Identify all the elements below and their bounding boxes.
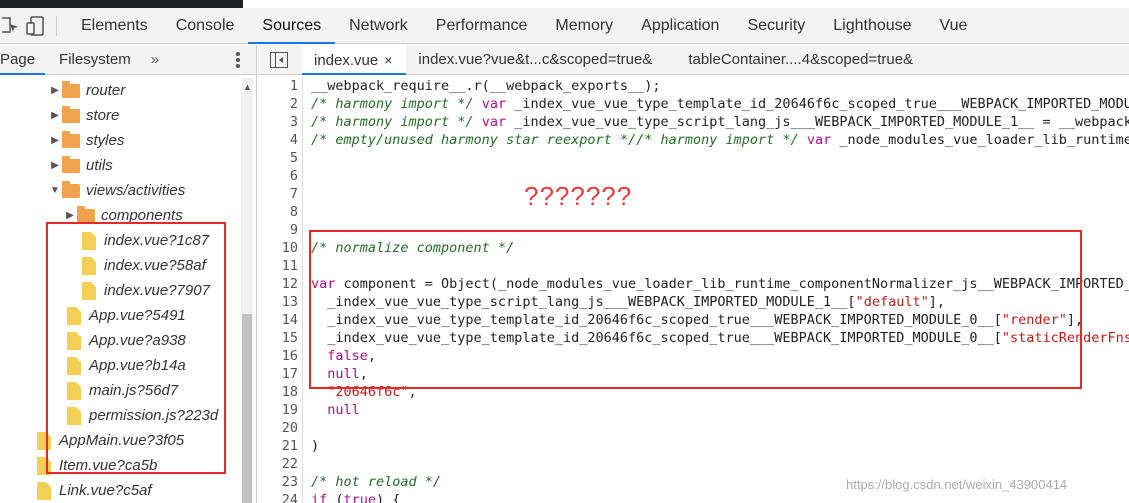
toggle-navigator-icon[interactable] [270, 51, 288, 68]
navigator-tab-page[interactable]: Page [0, 45, 46, 75]
folder-icon [62, 80, 80, 98]
line-number[interactable]: 13 [282, 293, 298, 311]
close-icon[interactable]: × [384, 52, 392, 68]
editor-tab[interactable]: index.vue?vue&t...c&scoped=true& [406, 45, 666, 75]
folder-icon [62, 180, 80, 198]
tree-item-utils[interactable]: ▶ utils [48, 153, 113, 178]
line-number[interactable]: 4 [290, 131, 298, 149]
line-number[interactable]: 7 [290, 185, 298, 203]
editor-tabs: index.vue × index.vue?vue&t...c&scoped=tr… [258, 44, 1129, 75]
line-number-gutter: 1 2 3 4 5 6 7 8 9 10 11 12 13 14 15 16 17 18 19 20 21 22 23 24 [258, 77, 303, 503]
tab-performance[interactable]: Performance [422, 8, 542, 44]
editor-tab-label: index.vue?vue&t...c&scoped=true& [418, 50, 653, 68]
line-number[interactable]: 24 [282, 491, 298, 503]
line-number[interactable]: 12 [282, 275, 298, 293]
line-number[interactable]: 19 [282, 401, 298, 419]
tab-network[interactable]: Network [335, 8, 422, 44]
line-number[interactable]: 15 [282, 329, 298, 347]
navigator-scrollbar[interactable]: ▲ [241, 78, 253, 503]
line-number[interactable]: 14 [282, 311, 298, 329]
tree-item-label: styles [86, 132, 125, 149]
code-line: ) [311, 438, 320, 454]
scrollbar-thumb[interactable] [242, 314, 252, 503]
code-line: null [327, 402, 360, 418]
device-toolbar-icon[interactable] [24, 14, 48, 38]
line-number[interactable]: 10 [282, 239, 298, 257]
code-line: /* empty/unused harmony star reexport */… [311, 132, 1129, 148]
line-number[interactable]: 18 [282, 383, 298, 401]
code-line: /* hot reload */ [311, 474, 442, 490]
editor-tab[interactable]: index.vue × [302, 44, 407, 75]
editor-tab[interactable]: tableContainer....4&scoped=true& [676, 45, 927, 75]
line-number[interactable]: 2 [290, 95, 298, 113]
editor-tab-label: index.vue [314, 51, 379, 69]
line-number[interactable]: 20 [282, 419, 298, 437]
line-number[interactable]: 6 [290, 167, 298, 185]
tab-application[interactable]: Application [627, 8, 733, 44]
line-number[interactable]: 1 [290, 77, 298, 95]
navigator-tab-filesystem[interactable]: Filesystem [59, 45, 145, 75]
line-number[interactable]: 23 [282, 473, 298, 491]
tree-item-label: Link.vue?c5af [59, 482, 152, 499]
tab-lighthouse[interactable]: Lighthouse [819, 8, 925, 44]
tree-item-file[interactable]: Link.vue?c5af [37, 478, 152, 503]
tree-item-label: store [86, 107, 120, 124]
annotation-box-code [309, 230, 1082, 389]
editor-tab-label: tableContainer....4&scoped=true& [688, 50, 914, 68]
code-line: if (true) { [311, 492, 401, 503]
code-line: __webpack_require__.r(__webpack_exports_… [311, 78, 661, 94]
line-number[interactable]: 22 [282, 455, 298, 473]
tab-console[interactable]: Console [162, 8, 249, 44]
watermark-text: https://blog.csdn.net/weixin_43900414 [846, 477, 1068, 492]
tab-security[interactable]: Security [733, 8, 819, 44]
line-number[interactable]: 5 [290, 149, 298, 167]
scroll-up-icon[interactable]: ▲ [243, 82, 252, 92]
tree-item-store[interactable]: ▶ store [48, 103, 119, 128]
navigator-menu-icon[interactable] [236, 52, 240, 68]
line-number[interactable]: 21 [282, 437, 298, 455]
annotation-text: ??????? [524, 181, 633, 211]
line-number[interactable]: 17 [282, 365, 298, 383]
line-number[interactable]: 16 [282, 347, 298, 365]
code-line: /* harmony import */ var _index_vue_vue_… [311, 114, 1129, 130]
expand-arrow-icon[interactable]: ▶ [48, 160, 62, 171]
folder-icon [62, 130, 80, 148]
more-tabs-icon[interactable]: » [151, 51, 159, 68]
annotation-box-files [46, 222, 226, 474]
code-line: /* harmony import */ var _index_vue_vue_… [311, 96, 1129, 112]
line-number[interactable]: 9 [290, 221, 298, 239]
line-number[interactable]: 11 [282, 257, 298, 275]
collapse-arrow-icon[interactable]: ▼ [48, 185, 62, 196]
tab-vue[interactable]: Vue [926, 8, 982, 44]
tree-item-styles[interactable]: ▶ styles [48, 128, 124, 153]
line-number[interactable]: 8 [290, 203, 298, 221]
inspect-element-icon[interactable] [0, 14, 24, 38]
expand-arrow-icon[interactable]: ▶ [48, 110, 62, 121]
tree-item-views-activities[interactable]: ▼ views/activities [48, 178, 185, 203]
tab-sources[interactable]: Sources [248, 8, 336, 44]
expand-arrow-icon[interactable]: ▶ [63, 210, 77, 221]
folder-icon [77, 205, 95, 223]
folder-icon [62, 155, 80, 173]
expand-arrow-icon[interactable]: ▶ [48, 85, 62, 96]
tree-item-label: views/activities [86, 182, 186, 199]
tree-item-router[interactable]: ▶ router [48, 78, 125, 103]
devtools-main-toolbar: Elements Console Sources Network Perform… [0, 8, 1129, 44]
toolbar-divider [56, 15, 57, 36]
tab-memory[interactable]: Memory [541, 8, 627, 44]
tree-item-label: router [86, 82, 126, 99]
expand-arrow-icon[interactable]: ▶ [48, 135, 62, 146]
folder-icon [62, 105, 80, 123]
tab-elements[interactable]: Elements [67, 8, 162, 44]
file-icon [37, 481, 51, 500]
line-number[interactable]: 3 [290, 113, 298, 131]
navigator-tabs: Page Filesystem » [0, 45, 256, 75]
tree-item-label: utils [86, 157, 113, 174]
